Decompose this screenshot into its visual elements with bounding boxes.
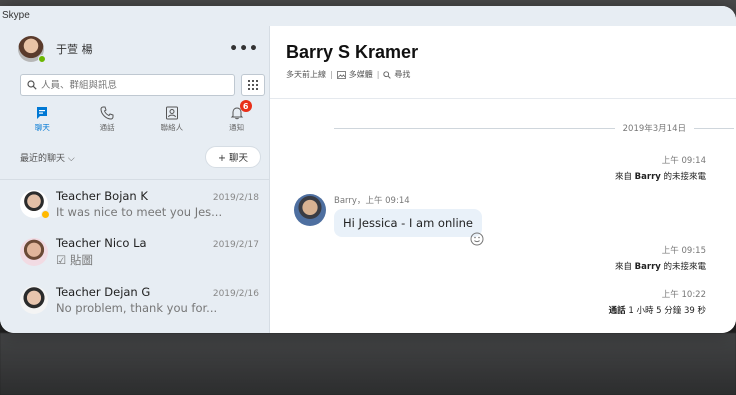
event-description: 通話 1 小時 5 分鐘 39 秒 [608,306,706,316]
chat-icon [37,107,48,119]
nav-chats-label: 聊天 [34,123,50,132]
contact-item-bojan[interactable]: Teacher Bojan K 2019/2/18 It was nice to… [0,180,269,228]
nav-contacts-label: 聯絡人 [160,123,184,132]
sidebar: 于萱 楊 ••• 人員、群組與訊息 聊天 通話 聯絡人 6 通知 最近的聊天 ⌵… [0,26,270,333]
nav-chats[interactable]: 聊天 [10,104,75,140]
contacts-icon [165,106,178,120]
recent-chats-filter[interactable]: 最近的聊天 ⌵ [20,151,75,164]
dialpad-button[interactable] [241,74,265,96]
sender-avatar[interactable] [294,194,326,226]
contact-avatar [20,286,48,314]
contact-date: 2019/2/17 [212,240,259,250]
message-item: Barry，上午 09:14 Hi Jessica - I am online [294,194,483,237]
contact-date: 2019/2/18 [212,193,259,203]
nav-notifications-label: 通知 [229,123,245,132]
contact-avatar [20,238,48,266]
conversation-title[interactable]: Barry S Kramer [286,42,720,63]
contact-date: 2019/2/16 [212,289,259,299]
window-reflection [0,333,736,395]
conversation-header: Barry S Kramer 多天前上線 | 多媒體 | 尋找 [270,26,736,99]
event-description: 來自 Barry 的未接來電 [614,172,706,182]
notification-badge: 6 [239,100,252,112]
away-status-icon [41,210,50,219]
window-title: Skype [0,6,736,26]
contact-item-nico[interactable]: Teacher Nico La 2019/2/17 ☑ 貼圖 [0,228,269,276]
contact-preview: It was nice to meet you Jes... [56,205,223,219]
gallery-icon [336,70,346,79]
profile-bar: 于萱 楊 ••• [0,26,269,72]
media-gallery-link[interactable]: 多媒體 [349,69,373,80]
nav-calls[interactable]: 通話 [75,104,140,140]
missed-call-event: 上午 09:14 來自 Barry 的未接來電 [615,154,706,182]
date-separator-label: 2019年3月14日 [622,124,686,134]
contact-preview: ☑ 貼圖 [56,253,93,267]
new-chat-button[interactable]: + 聊天 [205,146,261,168]
dialpad-icon [248,80,258,90]
add-reaction-icon[interactable] [470,232,484,246]
phone-icon [100,106,114,120]
online-status-icon [38,55,46,63]
nav-contacts[interactable]: 聯絡人 [140,104,205,140]
profile-avatar[interactable] [18,36,46,63]
message-bubble[interactable]: Hi Jessica - I am online [334,209,483,237]
last-seen-status: 多天前上線 [286,70,326,79]
missed-call-event: 上午 09:15 來自 Barry 的未接來電 [615,244,706,272]
message-meta: Barry，上午 09:14 [334,196,410,206]
search-icon [27,80,37,90]
find-link[interactable]: 尋找 [394,69,410,80]
event-time: 上午 10:22 [661,290,706,300]
contact-item-dejan[interactable]: Teacher Dejan G 2019/2/16 No problem, th… [0,276,269,324]
skype-window: Skype 于萱 楊 ••• 人員、群組與訊息 聊天 通話 聯絡人 6 通知 最… [0,6,736,333]
nav-notifications[interactable]: 6 通知 [204,100,269,140]
main-nav: 聊天 通話 聯絡人 6 通知 [0,100,269,140]
contact-name: Teacher Dejan G [56,285,151,299]
search-box[interactable] [20,74,235,96]
contact-name: Teacher Nico La [56,236,147,250]
profile-name[interactable]: 于萱 楊 [56,41,229,57]
event-time: 上午 09:14 [661,156,706,166]
contact-name: Teacher Bojan K [56,189,148,203]
event-time: 上午 09:15 [661,246,706,256]
contact-preview: No problem, thank you for... [56,301,218,315]
find-icon [383,70,392,79]
more-options-icon[interactable]: ••• [229,41,259,57]
event-description: 來自 Barry 的未接來電 [614,262,706,272]
call-duration-event: 上午 10:22 通話 1 小時 5 分鐘 39 秒 [609,288,706,316]
date-separator: 2019年3月14日 [334,122,734,134]
nav-calls-label: 通話 [99,123,115,132]
contact-avatar [20,190,50,219]
search-input[interactable] [41,79,231,91]
conversation-pane: Barry S Kramer 多天前上線 | 多媒體 | 尋找 2019年3月1… [270,26,736,333]
